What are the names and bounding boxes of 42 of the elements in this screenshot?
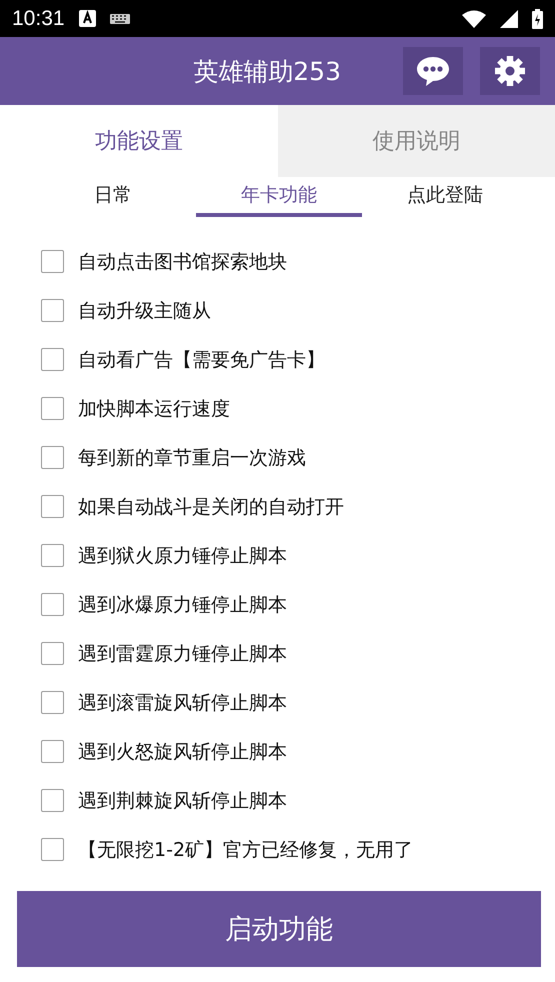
battery-icon [532, 8, 543, 28]
wifi-icon [462, 10, 486, 28]
keyboard-icon [110, 14, 130, 24]
checkbox[interactable] [41, 691, 64, 714]
option-label: 遇到狱火原力锤停止脚本 [78, 544, 287, 568]
option-label: 遇到滚雷旋风斩停止脚本 [78, 690, 287, 716]
checkbox[interactable] [41, 593, 64, 616]
option-label: 遇到雷霆原力锤停止脚本 [78, 642, 287, 666]
tab[interactable]: 年卡功能 [196, 177, 362, 217]
status-time: 10:31 [12, 6, 65, 30]
option-label: 自动升级主随从 [78, 298, 211, 324]
checkbox[interactable] [41, 446, 64, 469]
tab[interactable]: 点此登陆 [362, 177, 528, 217]
chat-button[interactable] [403, 47, 463, 95]
checkbox[interactable] [41, 495, 64, 518]
option-label: 自动看广告【需要免广告卡】 [78, 348, 325, 372]
checkbox[interactable] [41, 740, 64, 763]
option-label: 如果自动战斗是关闭的自动打开 [78, 494, 344, 520]
option-label: 自动点击图书馆探索地块 [78, 250, 287, 274]
checkbox[interactable] [41, 397, 64, 420]
checkbox[interactable] [41, 544, 64, 567]
settings-button[interactable] [480, 47, 540, 95]
option-label: 遇到火怒旋风斩停止脚本 [78, 740, 287, 764]
checkbox[interactable] [41, 642, 64, 665]
chat-bubble-icon [416, 55, 450, 87]
settings-icon [495, 56, 525, 86]
keyboard-layout-icon [78, 10, 96, 27]
checkbox[interactable] [41, 789, 64, 812]
tab[interactable]: 使用说明 [278, 105, 555, 177]
option-label: 加快脚本运行速度 [78, 396, 230, 422]
option-label: 遇到冰爆原力锤停止脚本 [78, 592, 287, 618]
checkbox[interactable] [41, 250, 64, 273]
app-title: 英雄辅助253 [192, 56, 342, 88]
tab[interactable]: 日常 [30, 177, 196, 217]
option-label: 【无限挖1-2矿】官方已经修复，无用了 [78, 838, 414, 862]
checkbox[interactable] [41, 299, 64, 322]
checkbox[interactable] [41, 838, 64, 861]
option-label: 每到新的章节重启一次游戏 [78, 446, 306, 470]
start-button[interactable]: 启动功能 [17, 891, 541, 967]
signal-icon [500, 10, 518, 28]
checkbox[interactable] [41, 348, 64, 371]
option-label: 遇到荆棘旋风斩停止脚本 [78, 788, 287, 814]
